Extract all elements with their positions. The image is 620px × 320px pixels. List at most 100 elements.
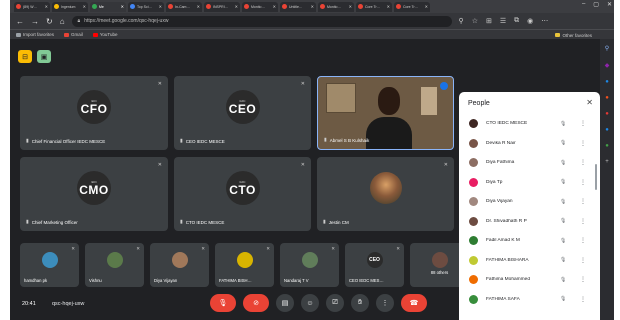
extensions-icon[interactable]: ⊞	[486, 17, 492, 25]
minimize-icon[interactable]: –	[582, 1, 585, 8]
mic-button[interactable]: 🎙︎	[210, 294, 236, 312]
people-list-item[interactable]: Devika R Nair 🎙︎ ⋮	[459, 134, 600, 154]
office-icon[interactable]: ●	[605, 111, 609, 117]
close-panel-icon[interactable]: ✕	[586, 98, 593, 107]
mic-off-icon[interactable]: 🎙︎	[560, 238, 566, 244]
more-options-button[interactable]: ⋮	[376, 294, 394, 312]
small-video-tile[interactable]: ✕ Diya Vijayan	[150, 243, 209, 287]
outlook-icon[interactable]: ●	[605, 127, 609, 133]
browser-tab[interactable]: In-Cam… ✕	[166, 1, 202, 12]
zoom-icon[interactable]: ⚲	[459, 17, 464, 25]
close-tab-icon[interactable]: ✕	[45, 4, 48, 9]
mic-off-icon[interactable]: 🎙︎	[560, 257, 566, 263]
close-tab-icon[interactable]: ✕	[311, 4, 314, 9]
more-vert-icon[interactable]: ⋮	[580, 198, 586, 205]
more-vert-icon[interactable]: ⋮	[580, 140, 586, 147]
maximize-icon[interactable]: ▢	[593, 1, 599, 8]
pin-icon[interactable]: ▮	[26, 138, 29, 144]
bookmark-item[interactable]: Gmail	[64, 32, 83, 37]
video-tile[interactable]: IEDC CEO ✕ ▮ CEO IEDC MESCE	[174, 76, 311, 150]
close-tab-icon[interactable]: ✕	[349, 4, 352, 9]
people-list-item[interactable]: Fadil Amad K M 🎙︎ ⋮	[459, 231, 600, 251]
more-vert-icon[interactable]: ⋮	[580, 179, 586, 186]
video-tile[interactable]: IEDC CFO ✕ ▮ Chief Financial Officer IEDC ME…	[20, 76, 168, 150]
mic-off-icon[interactable]: 🎙︎	[560, 160, 566, 166]
browser-tab[interactable]: Monito… ✕	[318, 1, 354, 12]
home-icon[interactable]: ⌂	[60, 17, 65, 26]
small-video-tile[interactable]: ✕ Vishnu	[85, 243, 144, 287]
add-icon[interactable]: +	[605, 159, 609, 165]
close-tab-icon[interactable]: ✕	[235, 4, 238, 9]
more-icon[interactable]: ⋯	[541, 17, 548, 25]
people-list-item[interactable]: Fathima Mohammed 🎙︎ ⋮	[459, 270, 600, 290]
shopping-icon[interactable]: ◆	[605, 62, 610, 69]
close-tab-icon[interactable]: ✕	[273, 4, 276, 9]
star-icon[interactable]: ☆	[472, 17, 478, 25]
close-window-icon[interactable]: ✕	[607, 1, 612, 8]
mic-off-icon[interactable]: 🎙︎	[560, 199, 566, 205]
tools-icon[interactable]: ●	[605, 79, 609, 85]
raise-hand-button[interactable]: ✋︎	[351, 294, 369, 312]
more-vert-icon[interactable]: ⋮	[580, 237, 586, 244]
browser-tab[interactable]: Monito… ✕	[242, 1, 278, 12]
video-tile[interactable]: ▮ Abmel S B Kulshaik	[317, 76, 454, 150]
url-field[interactable]: 🔒︎ https://meet.google.com/qsc-hqej-uxw	[71, 15, 452, 27]
small-video-tile[interactable]: ✕ FATHIMA BISH…	[215, 243, 274, 287]
mic-off-icon[interactable]: 🎙︎	[560, 179, 566, 185]
more-vert-icon[interactable]: ⋮	[580, 159, 586, 166]
browser-tab[interactable]: Top Sci… ✕	[128, 1, 164, 12]
captions-button[interactable]: ▣	[37, 50, 51, 63]
people-list-item[interactable]: Diya Tp 🎙︎ ⋮	[459, 173, 600, 193]
video-tile[interactable]: ✕ ▮ Jestin CM	[317, 157, 454, 231]
browser-tab[interactable]: INSPRI… ✕	[204, 1, 240, 12]
mic-off-icon[interactable]: 🎙︎	[560, 218, 566, 224]
search-icon[interactable]: ⚲	[605, 45, 609, 52]
games-icon[interactable]: ●	[605, 95, 609, 101]
more-vert-icon[interactable]: ⋮	[580, 120, 586, 127]
video-tile[interactable]: IEDC CMO ✕ ▮ Chief Marketing Officer	[20, 157, 168, 231]
mic-off-icon[interactable]: 🎙︎	[560, 277, 566, 283]
pin-icon[interactable]: ▮	[323, 219, 326, 225]
small-video-tile[interactable]: CEO ✕ CEO IEDC MES…	[345, 243, 404, 287]
more-vert-icon[interactable]: ⋮	[580, 218, 586, 225]
camera-button[interactable]: ⊘	[243, 294, 269, 312]
close-tab-icon[interactable]: ✕	[83, 4, 86, 9]
reload-icon[interactable]: ↻	[46, 17, 53, 26]
video-tile[interactable]: IEDC CTO ✕ ▮ CTO IEDC MESCE	[174, 157, 311, 231]
activity-button[interactable]: ⊟	[18, 50, 32, 63]
more-vert-icon[interactable]: ⋮	[580, 257, 586, 264]
browser-tab[interactable]: (89) W… ✕	[14, 1, 50, 12]
pin-icon[interactable]: ▮	[26, 219, 29, 225]
favorites-icon[interactable]: ☰	[500, 17, 506, 25]
pin-icon[interactable]: ▮	[180, 138, 183, 144]
people-list-item[interactable]: FATHIMA SAFA 🎙︎ ⋮	[459, 290, 600, 310]
more-vert-icon[interactable]: ⋮	[580, 296, 586, 303]
mic-off-icon[interactable]: 🎙︎	[560, 140, 566, 146]
panel-scrollbar[interactable]	[595, 164, 597, 190]
people-list-item[interactable]: Dr. Shivadhath R P 🎙︎ ⋮	[459, 212, 600, 232]
bookmark-item[interactable]: Import favorites	[16, 32, 54, 37]
people-list-item[interactable]: CTO IEDC MESCE 🎙︎ ⋮	[459, 114, 600, 134]
collections-icon[interactable]: ⧉	[514, 17, 519, 25]
close-tab-icon[interactable]: ✕	[121, 4, 124, 9]
more-vert-icon[interactable]: ⋮	[580, 276, 586, 283]
browser-tab[interactable]: Core Tr… ✕	[356, 1, 392, 12]
present-button[interactable]: ⎚	[326, 294, 344, 312]
people-list-item[interactable]: Diya Fathima 🎙︎ ⋮	[459, 153, 600, 173]
close-tab-icon[interactable]: ✕	[387, 4, 390, 9]
close-tab-icon[interactable]: ✕	[197, 4, 200, 9]
reactions-button[interactable]: ☺	[301, 294, 319, 312]
small-video-tile[interactable]: ✕ Nandaraj T V	[280, 243, 339, 287]
designer-icon[interactable]: ●	[605, 143, 609, 149]
bookmark-item[interactable]: YouTube	[92, 32, 117, 37]
browser-tab[interactable]: Core Tr… ✕	[394, 1, 430, 12]
mic-off-icon[interactable]: 🎙︎	[560, 121, 566, 127]
people-list-item[interactable]: FATHIMA BISHARA 🎙︎ ⋮	[459, 251, 600, 271]
back-icon[interactable]: ←	[16, 17, 24, 26]
pin-icon[interactable]: ▮	[324, 137, 327, 143]
close-tab-icon[interactable]: ✕	[425, 4, 428, 9]
forward-icon[interactable]: →	[31, 17, 39, 26]
leave-call-button[interactable]: ☎︎	[401, 294, 427, 312]
people-list-item[interactable]: Diya Vijayan 🎙︎ ⋮	[459, 192, 600, 212]
browser-tab[interactable]: Untitle… ✕	[280, 1, 316, 12]
